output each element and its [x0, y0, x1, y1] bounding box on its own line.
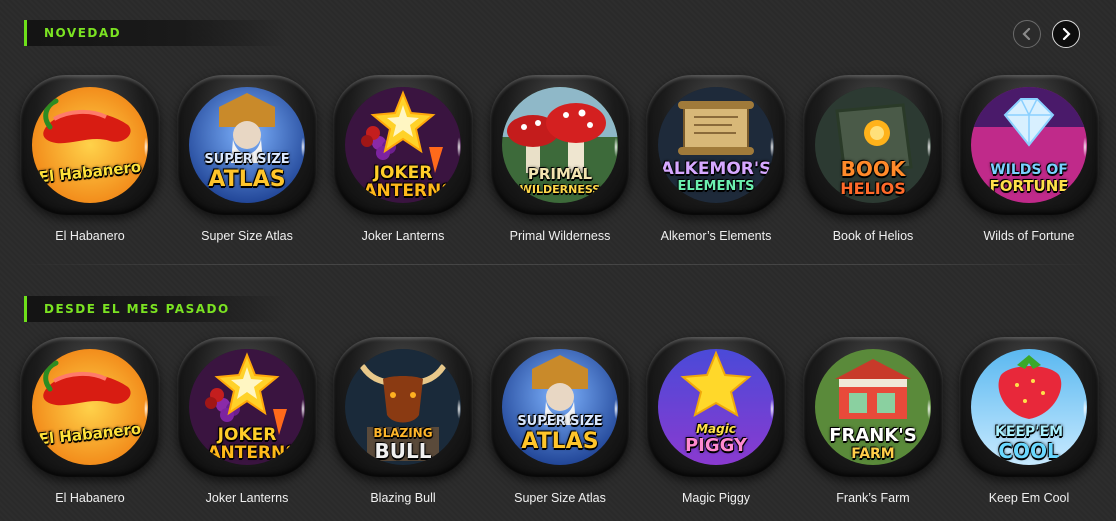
- game-logo-bottom: FARM: [851, 446, 895, 462]
- game-frame: WILDS OF FORTUNE: [959, 75, 1099, 215]
- game-title[interactable]: Blazing Bull: [313, 491, 493, 505]
- game-logo-bottom: ATLAS: [521, 429, 599, 454]
- game-thumbnail[interactable]: Magic PIGGY: [658, 349, 774, 465]
- game-title[interactable]: Book of Helios: [783, 229, 963, 243]
- game-title[interactable]: Primal Wilderness: [470, 229, 650, 243]
- game-thumbnail[interactable]: FRANK'S FARM: [815, 349, 931, 465]
- game-logo-bottom: COOL: [998, 439, 1060, 463]
- game-frame: El Habanero: [20, 75, 160, 215]
- game-logo-top: SUPER SIZE: [204, 152, 290, 167]
- game-tile-joker-lanterns[interactable]: JOKER LANTERNS Joker Lanterns: [333, 75, 473, 255]
- section-title: NOVEDAD: [44, 26, 122, 40]
- game-frame: El Habanero: [20, 337, 160, 477]
- game-frame: BOOK HELIOS: [803, 75, 943, 215]
- game-logo-top: Magic: [696, 422, 736, 436]
- game-tile-wilds-of-fortune[interactable]: WILDS OF FORTUNE Wilds of Fortune: [959, 75, 1099, 255]
- game-logo-top: WILDS OF: [990, 162, 1068, 178]
- chili-pepper-artwork: [32, 349, 148, 465]
- game-title[interactable]: Super Size Atlas: [157, 229, 337, 243]
- chevron-left-icon: [1022, 28, 1031, 40]
- game-frame: JOKER LANTERNS: [177, 337, 317, 477]
- game-title[interactable]: Keep Em Cool: [939, 491, 1116, 505]
- game-row: El Habanero El Habanero JOKER LANTERNS J…: [0, 337, 1116, 517]
- carousel-prev-button[interactable]: [1013, 20, 1041, 48]
- section-divider: [15, 264, 1101, 265]
- section-header: DESDE EL MES PASADO: [24, 296, 287, 322]
- game-thumbnail[interactable]: SUPER SIZE ATLAS: [189, 87, 305, 203]
- game-frame: PRIMAL WILDERNESS: [490, 75, 630, 215]
- game-thumbnail[interactable]: BLAZING BULL: [345, 349, 461, 465]
- game-frame: BLAZING BULL: [333, 337, 473, 477]
- game-tile-keep-em-cool[interactable]: KEEP'EM COOL Keep Em Cool: [959, 337, 1099, 517]
- section-desde-el-mes-pasado: DESDE EL MES PASADO El Habanero El Haban…: [0, 282, 1116, 521]
- game-title[interactable]: Magic Piggy: [626, 491, 806, 505]
- game-tile-joker-lanterns[interactable]: JOKER LANTERNS Joker Lanterns: [177, 337, 317, 517]
- game-thumbnail[interactable]: El Habanero: [32, 87, 148, 203]
- game-tile-book-of-helios[interactable]: BOOK HELIOS Book of Helios: [803, 75, 943, 255]
- game-frame: SUPER SIZE ATLAS: [490, 337, 630, 477]
- game-tile-super-size-atlas[interactable]: SUPER SIZE ATLAS Super Size Atlas: [177, 75, 317, 255]
- game-title[interactable]: Alkemor’s Elements: [626, 229, 806, 243]
- game-frame: JOKER LANTERNS: [333, 75, 473, 215]
- game-logo-top: JOKER: [373, 163, 433, 183]
- game-title[interactable]: Frank’s Farm: [783, 491, 963, 505]
- game-tile-el-habanero[interactable]: El Habanero El Habanero: [20, 75, 160, 255]
- game-tile-el-habanero[interactable]: El Habanero El Habanero: [20, 337, 160, 517]
- game-thumbnail[interactable]: JOKER LANTERNS: [189, 349, 305, 465]
- chili-pepper-artwork: [32, 87, 148, 203]
- game-title[interactable]: Wilds of Fortune: [939, 229, 1116, 243]
- game-frame: FRANK'S FARM: [803, 337, 943, 477]
- game-frame: ALKEMOR'S ELEMENTS: [646, 75, 786, 215]
- game-tile-franks-farm[interactable]: FRANK'S FARM Frank’s Farm: [803, 337, 943, 517]
- game-thumbnail[interactable]: PRIMAL WILDERNESS: [502, 87, 618, 203]
- game-title[interactable]: Super Size Atlas: [470, 491, 650, 505]
- game-logo-bottom: HELIOS: [840, 179, 906, 198]
- game-title[interactable]: Joker Lanterns: [157, 491, 337, 505]
- game-frame: Magic PIGGY: [646, 337, 786, 477]
- game-title[interactable]: El Habanero: [0, 229, 180, 243]
- game-thumbnail[interactable]: ALKEMOR'S ELEMENTS: [658, 87, 774, 203]
- game-title[interactable]: Joker Lanterns: [313, 229, 493, 243]
- game-tile-magic-piggy[interactable]: Magic PIGGY Magic Piggy: [646, 337, 786, 517]
- game-frame: SUPER SIZE ATLAS: [177, 75, 317, 215]
- game-thumbnail[interactable]: WILDS OF FORTUNE: [971, 87, 1087, 203]
- game-logo-bottom: PIGGY: [684, 435, 748, 456]
- game-tile-blazing-bull[interactable]: BLAZING BULL Blazing Bull: [333, 337, 473, 517]
- game-logo-top: ALKEMOR'S: [660, 159, 772, 179]
- game-logo-top: JOKER: [217, 425, 277, 445]
- game-tile-super-size-atlas[interactable]: SUPER SIZE ATLAS Super Size Atlas: [490, 337, 630, 517]
- game-logo-top: BLAZING: [373, 426, 433, 440]
- section-title: DESDE EL MES PASADO: [44, 302, 230, 316]
- game-thumbnail[interactable]: SUPER SIZE ATLAS: [502, 349, 618, 465]
- game-logo-bottom: LANTERNS: [352, 181, 454, 201]
- game-logo-bottom: FORTUNE: [989, 177, 1069, 195]
- game-thumbnail[interactable]: KEEP'EM COOL: [971, 349, 1087, 465]
- game-logo-top: SUPER SIZE: [517, 414, 603, 429]
- game-tile-primal-wilderness[interactable]: PRIMAL WILDERNESS Primal Wilderness: [490, 75, 630, 255]
- game-tile-alkemors-elements[interactable]: ALKEMOR'S ELEMENTS Alkemor’s Elements: [646, 75, 786, 255]
- game-logo-top: PRIMAL: [527, 165, 593, 183]
- game-frame: KEEP'EM COOL: [959, 337, 1099, 477]
- game-row: El Habanero El Habanero SUPER SIZE ATLAS…: [0, 75, 1116, 255]
- game-logo-top: KEEP'EM: [994, 424, 1064, 440]
- game-thumbnail[interactable]: El Habanero: [32, 349, 148, 465]
- game-logo-bottom: ELEMENTS: [677, 179, 755, 194]
- game-logo-bottom: BULL: [374, 439, 432, 463]
- game-logo-bottom: WILDERNESS: [519, 183, 601, 196]
- game-logo-top: BOOK: [840, 157, 906, 181]
- game-thumbnail[interactable]: JOKER LANTERNS: [345, 87, 461, 203]
- carousel-next-button[interactable]: [1052, 20, 1080, 48]
- section-header: NOVEDAD: [24, 20, 287, 46]
- game-logo-top: FRANK'S: [829, 425, 917, 446]
- chevron-right-icon: [1062, 28, 1071, 40]
- game-title[interactable]: El Habanero: [0, 491, 180, 505]
- game-logo-bottom: LANTERNS: [196, 443, 298, 463]
- section-novedad: NOVEDAD El Habanero El Habanero SUPER SI…: [0, 0, 1116, 270]
- game-logo-bottom: ATLAS: [208, 167, 286, 192]
- game-thumbnail[interactable]: BOOK HELIOS: [815, 87, 931, 203]
